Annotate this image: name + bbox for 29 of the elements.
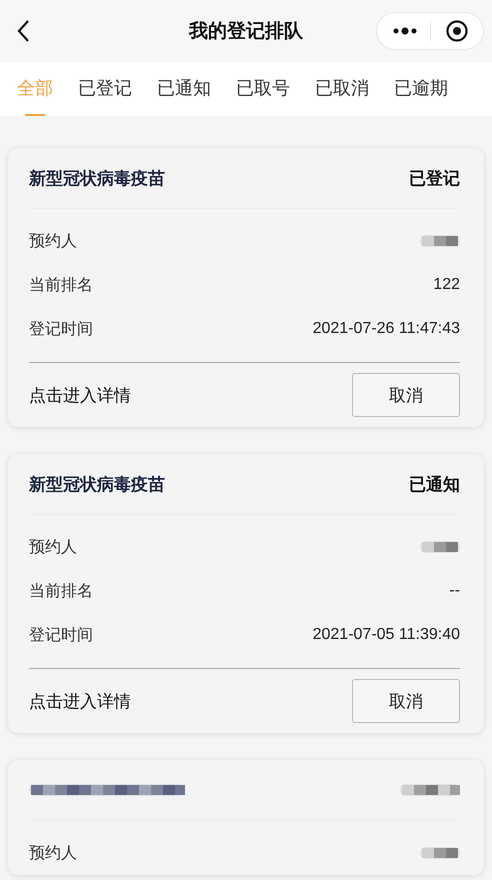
field-label: 登记时间	[29, 626, 93, 646]
filter-tab[interactable]: 已通知	[157, 62, 211, 116]
queue-card[interactable]: 新型冠状病毒疫苗 已登记 预约人 当前排名 122 登记时间 2021-07-26 11:47:43 点击进入详情 取消	[8, 148, 484, 427]
status-label: 已通知	[409, 474, 460, 496]
status-label: 已登记	[409, 168, 460, 190]
cancel-button[interactable]: 取消	[352, 373, 460, 417]
field-value: 122	[433, 276, 460, 294]
details-link[interactable]: 点击进入详情	[29, 384, 131, 406]
field-value: 2021-07-05 11:39:40	[312, 626, 460, 644]
more-icon[interactable]	[392, 26, 418, 36]
filter-tab[interactable]: 已取消	[315, 62, 369, 116]
cancel-button[interactable]: 取消	[352, 679, 460, 723]
field-label: 预约人	[29, 538, 77, 558]
page-title: 我的登记排队	[189, 20, 303, 44]
field-value: 2021-07-26 11:47:43	[312, 320, 460, 338]
field-label: 预约人	[29, 844, 77, 864]
filter-tab[interactable]: 已逾期	[394, 62, 448, 116]
queue-card[interactable]: 预约人	[8, 760, 484, 875]
vaccine-title: 新型冠状病毒疫苗	[29, 168, 165, 190]
field-value: --	[449, 582, 460, 600]
field-label: 当前排名	[29, 276, 93, 296]
filter-tab[interactable]: 已登记	[78, 62, 132, 116]
queue-card[interactable]: 新型冠状病毒疫苗 已通知 预约人 当前排名 -- 登记时间 2021-07-05 11:39:40 点击进入详情 取消	[8, 454, 484, 733]
details-link[interactable]: 点击进入详情	[29, 690, 131, 712]
field-label: 登记时间	[29, 320, 93, 340]
filter-tab[interactable]: 已取号	[236, 62, 290, 116]
field-label: 当前排名	[29, 582, 93, 602]
vaccine-title: 新型冠状病毒疫苗	[29, 474, 165, 496]
field-label: 预约人	[29, 232, 77, 252]
